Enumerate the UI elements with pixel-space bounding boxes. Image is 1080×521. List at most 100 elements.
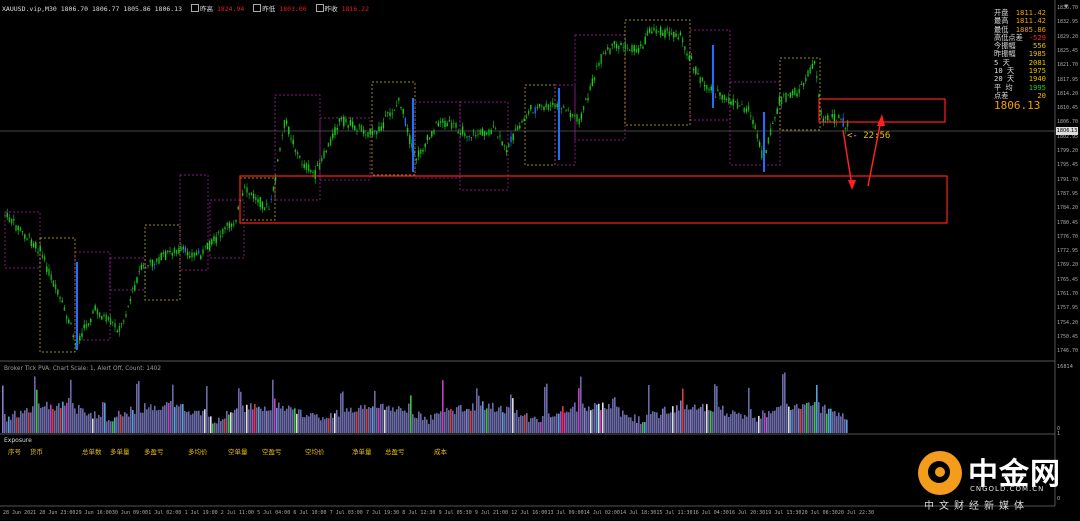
indicator-bar — [586, 410, 588, 433]
indicator-bar — [480, 405, 482, 433]
indicator-bar — [16, 417, 18, 433]
indicator-bar — [118, 410, 120, 433]
indicator-bar — [230, 412, 232, 433]
indicator-bar — [20, 410, 22, 433]
candle-body — [633, 45, 635, 52]
exposure-column-header: 总单数 — [82, 448, 102, 456]
exposure-column-header: 空盈亏 — [262, 448, 282, 456]
indicator-bar — [134, 413, 136, 433]
indicator-bar — [538, 422, 540, 433]
exposure-title: Exposure — [4, 437, 32, 444]
indicator-bar — [206, 385, 208, 433]
candle-body — [246, 187, 248, 193]
btn-yesterday-high[interactable]: 昨高 — [200, 5, 213, 13]
indicator-bar — [690, 409, 692, 433]
candle-body — [673, 31, 675, 38]
candle-body — [824, 117, 827, 119]
candle-body — [8, 217, 11, 223]
checkbox-icon[interactable] — [253, 4, 262, 12]
indicator-bar — [6, 421, 8, 433]
checkbox-icon[interactable] — [315, 4, 324, 12]
candle-body — [228, 222, 231, 229]
indicator-bar — [290, 407, 292, 433]
indicator-bar — [574, 402, 576, 433]
indicator-bar — [366, 408, 368, 433]
candle-body — [422, 149, 424, 152]
candle-body — [50, 274, 52, 281]
indicator-bar — [102, 402, 104, 433]
indicator-bar — [204, 409, 206, 433]
candle-body — [626, 47, 629, 49]
indicator-bar — [830, 408, 832, 433]
candle-body — [389, 112, 391, 116]
indicator-bar — [80, 407, 82, 433]
indicator-bar — [140, 412, 142, 433]
indicator-bar — [564, 412, 566, 433]
candle-body — [732, 99, 734, 106]
candle-body — [598, 62, 600, 66]
candle-body — [591, 78, 594, 86]
chart-canvas[interactable] — [0, 0, 1080, 521]
candle-body — [277, 159, 279, 162]
session-box — [414, 101, 461, 179]
arrow-up-icon — [877, 114, 885, 126]
indicator-bar — [92, 418, 94, 433]
logo-slogan: 中文财经新媒体 — [924, 501, 1029, 512]
candle-body — [360, 125, 363, 132]
candle-body — [156, 258, 158, 262]
indicator-bar — [28, 412, 30, 433]
price-tick-label: 1806.70 — [1057, 119, 1079, 126]
candle-body — [325, 150, 327, 153]
candle-body — [307, 164, 310, 172]
indicator-bar — [516, 410, 518, 433]
candle-body — [290, 138, 292, 140]
indicator-bar — [22, 413, 24, 433]
indicator-bar — [762, 410, 764, 433]
indicator-bar — [218, 417, 220, 433]
indicator-bar — [126, 413, 128, 433]
candle-body — [151, 259, 154, 267]
checkbox-icon[interactable] — [190, 4, 199, 12]
indicator-bar — [350, 407, 352, 433]
indicator-bar — [660, 414, 662, 433]
indicator-bar — [302, 417, 304, 433]
candle-body — [15, 225, 17, 231]
candle-body — [257, 199, 259, 203]
indicator-bar — [724, 415, 726, 433]
indicator-bar — [332, 417, 334, 433]
candle-body — [611, 43, 613, 46]
candle-body — [268, 208, 270, 210]
indicator-bar — [40, 407, 42, 433]
candle-body — [657, 31, 660, 33]
price-tick-label: 1761.70 — [1057, 291, 1079, 297]
indicator-bar — [740, 414, 742, 433]
indicator-bar — [270, 410, 272, 433]
candle-body — [120, 323, 123, 325]
price-tick-label: 1829.20 — [1057, 33, 1079, 40]
candle-body — [387, 112, 389, 114]
indicator-bar — [168, 402, 170, 433]
candle-body — [312, 172, 314, 173]
indicator-bar — [108, 420, 110, 433]
candle-body — [255, 197, 257, 201]
candle-body — [263, 207, 266, 210]
candle-body — [347, 124, 349, 128]
indicator-bar — [474, 410, 476, 433]
indicator-bar — [624, 414, 626, 433]
btn-yesterday-close[interactable]: 昨收 — [325, 5, 338, 13]
candle-body — [248, 193, 250, 195]
indicator-bar — [550, 417, 552, 433]
indicator-bar — [596, 404, 598, 433]
arrow-down-icon — [848, 180, 856, 190]
candle-body — [780, 96, 783, 105]
candle-body — [741, 104, 743, 105]
indicator-bar — [662, 408, 664, 433]
candle-body — [274, 176, 277, 181]
indicator-bar — [414, 417, 416, 433]
candle-body — [57, 290, 59, 295]
indicator-bar — [708, 410, 710, 433]
indicator-max-label: 16814 — [1057, 364, 1073, 370]
btn-yesterday-low[interactable]: 昨低 — [262, 5, 275, 13]
candle-body — [536, 106, 539, 108]
bar-countdown: <- 22:56 — [847, 131, 891, 141]
